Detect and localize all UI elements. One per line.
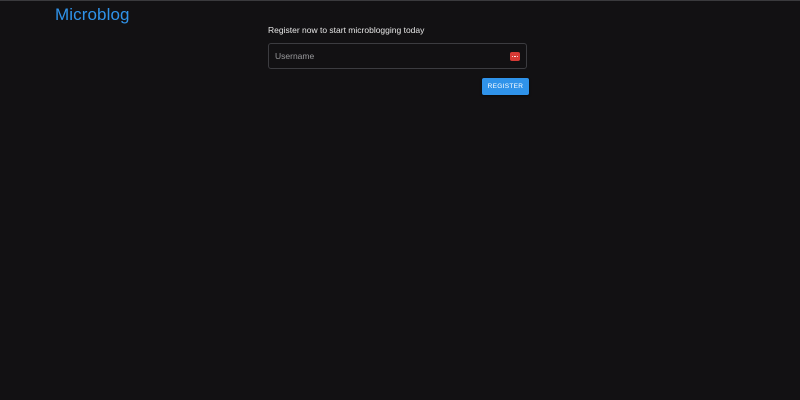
- brand-link[interactable]: Microblog: [55, 5, 130, 25]
- password-manager-icon[interactable]: [510, 52, 520, 61]
- username-field[interactable]: [268, 43, 527, 69]
- top-divider: [0, 0, 800, 1]
- register-button[interactable]: REGISTER: [482, 78, 529, 95]
- register-tagline: Register now to start microblogging toda…: [268, 25, 425, 35]
- username-input[interactable]: [275, 44, 503, 68]
